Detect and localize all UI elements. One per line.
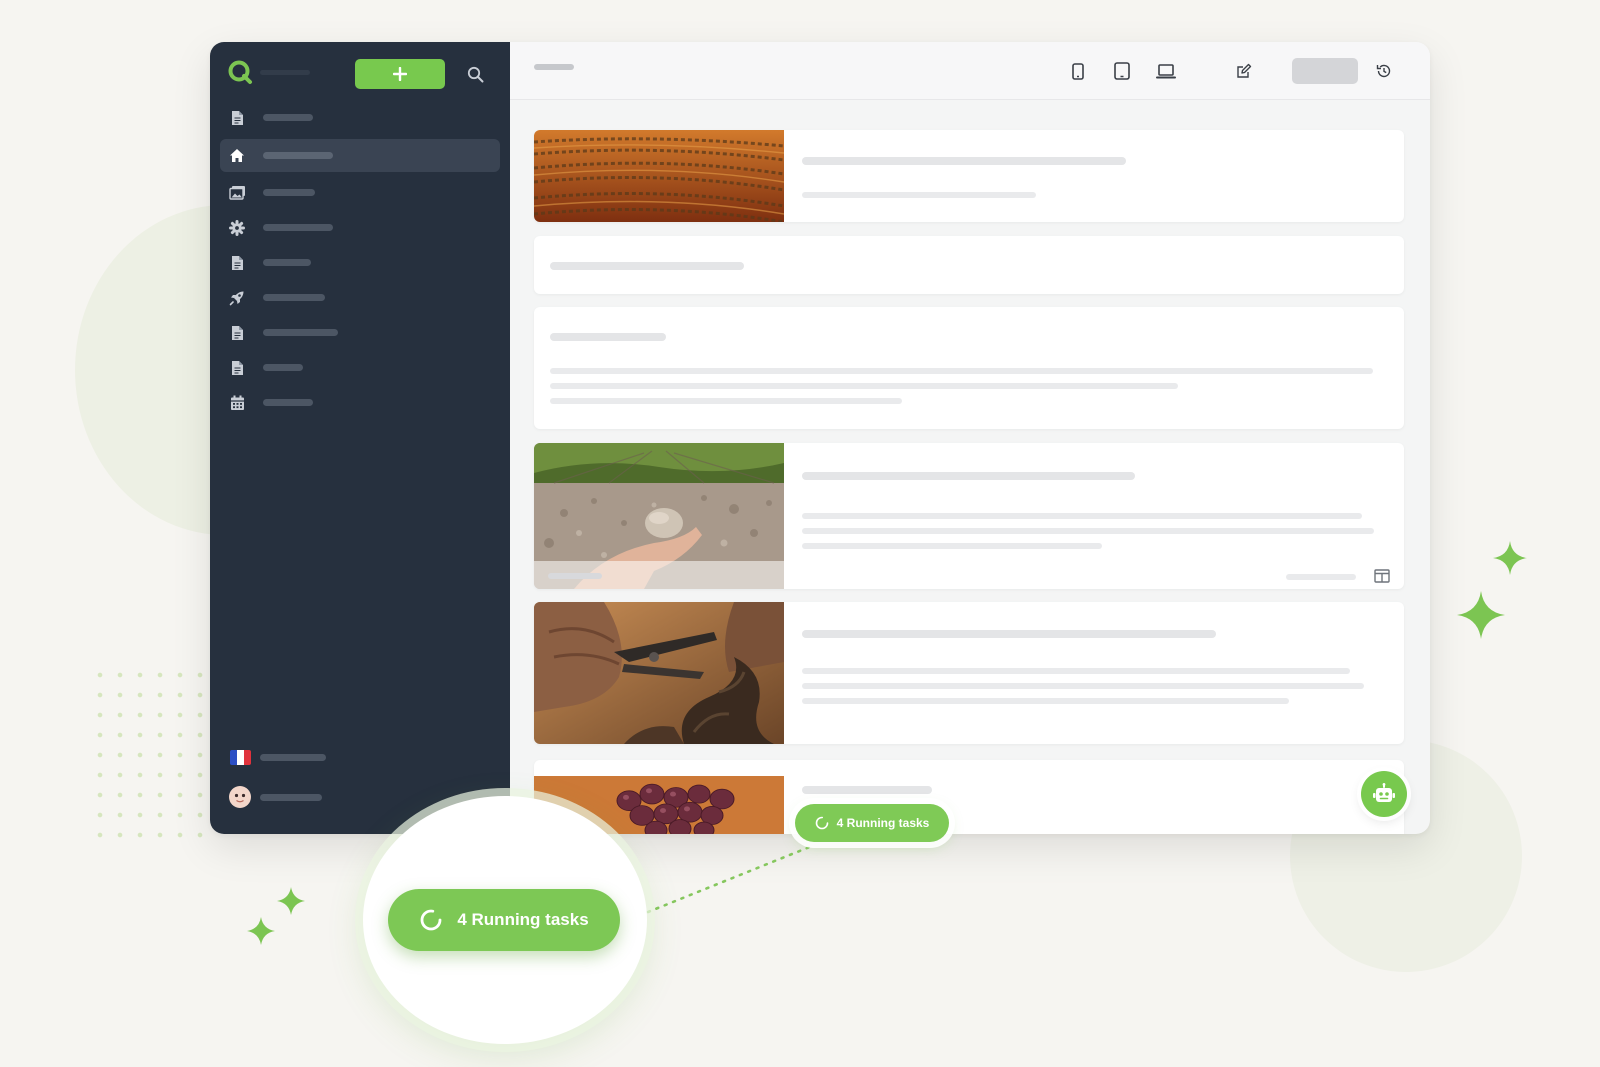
content-card-heading[interactable]: [534, 236, 1404, 294]
running-tasks-button[interactable]: 4 Running tasks: [795, 804, 949, 842]
content-card-pruning[interactable]: [534, 602, 1404, 744]
gear-icon: [229, 219, 245, 236]
breadcrumb: [534, 64, 574, 70]
text-line-placeholder: [550, 398, 902, 404]
running-tasks-label: 4 Running tasks: [836, 816, 930, 830]
file-icon: [231, 360, 243, 375]
spinner-icon: [815, 816, 828, 830]
sidebar-item-home[interactable]: [220, 139, 500, 172]
edit-button[interactable]: [1233, 60, 1255, 82]
sparkle-icon: [1493, 541, 1527, 575]
pruning-vine-image: [534, 602, 784, 744]
text-line-placeholder: [802, 683, 1364, 689]
logo-icon: [228, 60, 252, 84]
app-window: [210, 42, 1430, 834]
add-button[interactable]: [355, 59, 445, 89]
card-title-placeholder: [802, 630, 1216, 638]
heading-placeholder: [550, 333, 666, 341]
card-subtitle-placeholder: [802, 192, 1036, 198]
sidebar-item-deploy[interactable]: [220, 281, 500, 314]
sidebar-item-pages[interactable]: [220, 101, 500, 134]
plus-icon: [393, 67, 407, 81]
sidebar: [210, 42, 510, 834]
sidebar-item-pages-4[interactable]: [220, 351, 500, 384]
sidebar-item-label: [263, 224, 333, 231]
page-content: [510, 100, 1430, 834]
top-toolbar: [510, 42, 1430, 100]
content-card-grapes[interactable]: [534, 760, 1404, 834]
language-label: [260, 754, 326, 761]
card-meta-placeholder: [1286, 574, 1356, 580]
file-icon: [231, 110, 243, 125]
calendar-icon: [230, 395, 244, 410]
content-card-text[interactable]: [534, 307, 1404, 429]
text-line-placeholder: [802, 528, 1374, 534]
text-line-placeholder: [802, 668, 1350, 674]
decorative-dot-grid: [90, 665, 210, 845]
history-icon: [1376, 64, 1391, 78]
sidebar-item-label: [263, 189, 315, 196]
mobile-icon: [1072, 62, 1084, 80]
sidebar-item-label: [263, 294, 325, 301]
home-icon: [230, 149, 244, 162]
desktop-preview-button[interactable]: [1155, 60, 1177, 82]
text-line-placeholder: [550, 368, 1373, 374]
text-line-placeholder: [802, 698, 1289, 704]
sparkle-icon: [1457, 591, 1505, 639]
search-icon: [467, 66, 483, 82]
spinner-icon: [420, 909, 442, 931]
content-card-vineyard[interactable]: [534, 130, 1404, 222]
sidebar-item-label: [263, 399, 313, 406]
avatar-icon[interactable]: [229, 786, 251, 808]
rocket-icon: [229, 291, 244, 305]
text-line-placeholder: [802, 543, 1102, 549]
sidebar-item-settings[interactable]: [220, 211, 500, 244]
card-title-placeholder: [802, 786, 932, 794]
running-tasks-label: 4 Running tasks: [457, 910, 589, 929]
sidebar-item-label: [263, 259, 311, 266]
publish-button[interactable]: [1292, 58, 1358, 84]
heading-placeholder: [550, 262, 744, 270]
history-button[interactable]: [1373, 60, 1395, 82]
sparkle-icon: [277, 887, 305, 915]
text-line-placeholder: [802, 513, 1362, 519]
sidebar-item-label: [263, 114, 313, 121]
file-icon: [231, 255, 243, 270]
sidebar-item-label: [263, 152, 333, 159]
card-title-placeholder: [802, 472, 1135, 480]
sidebar-item-calendar[interactable]: [220, 386, 500, 419]
images-icon: [228, 186, 245, 200]
running-tasks-button-zoomed[interactable]: 4 Running tasks: [388, 889, 620, 951]
mobile-preview-button[interactable]: [1067, 60, 1089, 82]
sidebar-item-media[interactable]: [220, 176, 500, 209]
tablet-preview-button[interactable]: [1111, 60, 1133, 82]
sidebar-item-label: [263, 364, 303, 371]
sidebar-item-label: [263, 329, 338, 336]
sidebar-item-pages-2[interactable]: [220, 246, 500, 279]
laptop-icon: [1156, 63, 1176, 78]
user-name-label: [260, 794, 322, 801]
sidebar-item-pages-3[interactable]: [220, 316, 500, 349]
ai-assistant-button[interactable]: [1361, 771, 1407, 817]
robot-icon: [1373, 783, 1395, 802]
card-title-placeholder: [802, 157, 1126, 165]
text-line-placeholder: [550, 383, 1178, 389]
logo-wordmark: [260, 70, 310, 75]
image-caption-placeholder: [548, 573, 602, 579]
content-card-soil[interactable]: [534, 443, 1404, 589]
search-button[interactable]: [463, 62, 487, 86]
hand-holding-stone-image: [534, 443, 784, 589]
vineyard-rows-image: [534, 130, 784, 222]
french-flag-icon[interactable]: [230, 750, 251, 765]
file-icon: [231, 325, 243, 340]
edit-icon: [1237, 63, 1252, 78]
tablet-icon: [1114, 62, 1130, 80]
sparkle-icon: [247, 917, 275, 945]
layout-columns-icon[interactable]: [1374, 569, 1390, 583]
